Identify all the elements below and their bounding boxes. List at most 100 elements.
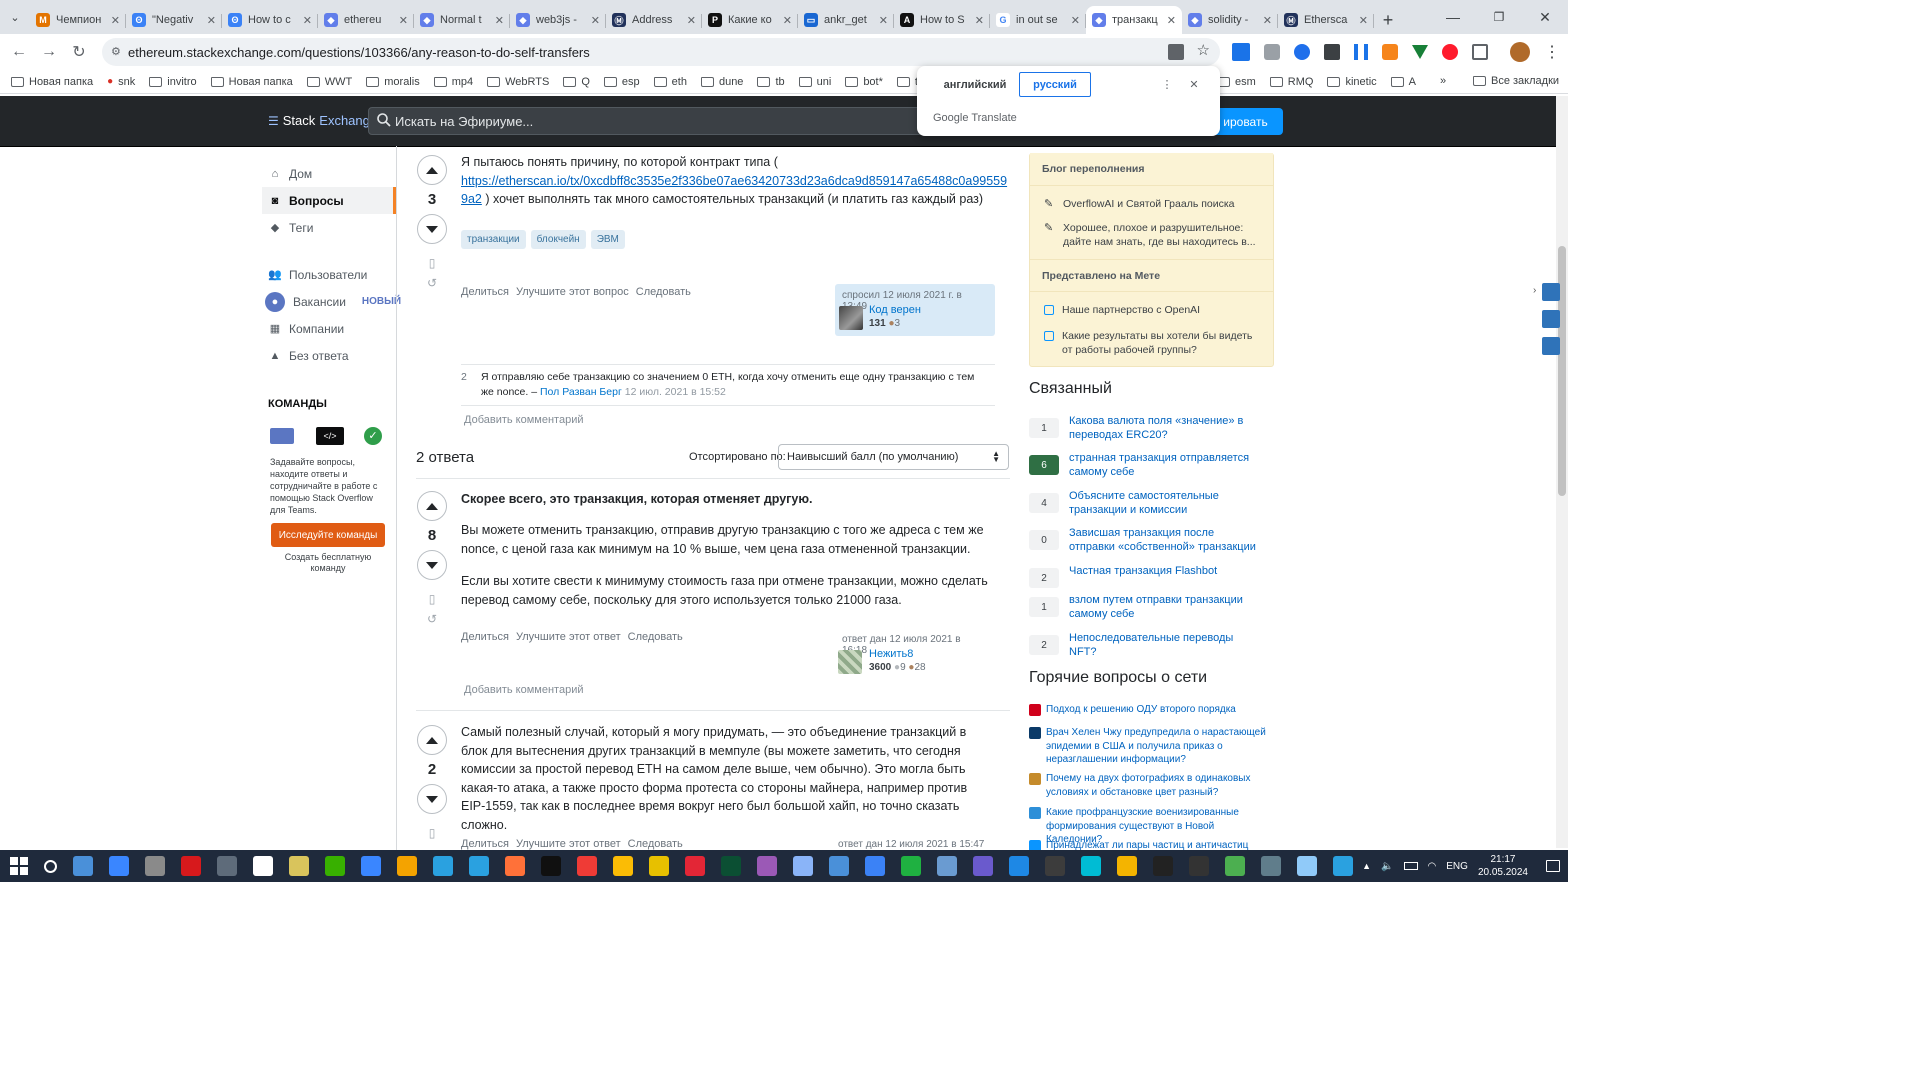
extensions-puzzle-icon[interactable]	[1472, 44, 1488, 60]
extension-camera-icon[interactable]	[1324, 44, 1340, 60]
nav-item-users[interactable]: 👥 Пользователи	[262, 261, 396, 288]
app-icon[interactable]	[757, 856, 777, 876]
tray-overflow-icon[interactable]: ▲	[1362, 861, 1371, 871]
side-panel-chat-icon[interactable]	[1542, 310, 1560, 328]
nav-item-companies[interactable]: ▦ Компании	[262, 315, 396, 342]
bookmark-item[interactable]: dune	[694, 76, 750, 88]
side-panel-chat-icon[interactable]	[1542, 337, 1560, 355]
close-window-button[interactable]: ✕	[1522, 9, 1568, 26]
post-menu-item[interactable]: Следовать	[636, 286, 691, 298]
stackexchange-logo[interactable]: ☰ Stack Exchange	[268, 113, 377, 128]
app-icon[interactable]	[325, 856, 345, 876]
bookmark-item[interactable]: uni	[792, 76, 839, 88]
browser-tab[interactable]: P Какие ко ✕	[702, 6, 798, 34]
post-menu-item[interactable]: Делиться	[461, 286, 509, 298]
bookmark-item[interactable]: mp4	[427, 76, 480, 88]
browser-menu-icon[interactable]: ⋮	[1544, 42, 1560, 62]
nav-item-jobs[interactable]: ● Вакансии НОВЫЙ	[262, 288, 401, 315]
downvote-button[interactable]	[417, 550, 447, 580]
related-link[interactable]: Какова валюта поля «значение» в перевода…	[1069, 414, 1259, 442]
app-icon[interactable]	[289, 856, 309, 876]
downvote-button[interactable]	[417, 784, 447, 814]
blog-item[interactable]: ✎ Хорошее, плохое и разрушительное: дайте…	[1044, 221, 1264, 249]
nav-item-question[interactable]: ◙ Вопросы	[262, 187, 396, 214]
extension-wallet-icon[interactable]	[1294, 44, 1310, 60]
related-link[interactable]: взлом путем отправки транзакции самому с…	[1069, 593, 1259, 621]
comment-user[interactable]: Пол Разван Берг	[540, 386, 622, 398]
battery-icon[interactable]	[1403, 862, 1418, 870]
app-icon[interactable]	[973, 856, 993, 876]
post-menu-item[interactable]: Делиться	[461, 838, 509, 850]
bookmark-item[interactable]: Q	[556, 76, 597, 88]
bookmark-item[interactable]: esp	[597, 76, 647, 88]
post-menu-item[interactable]: Улучшите этот вопрос	[516, 286, 629, 298]
tab-close-icon[interactable]: ✕	[975, 14, 984, 27]
app-icon[interactable]	[145, 856, 165, 876]
upvote-button[interactable]	[417, 725, 447, 755]
app-icon[interactable]	[1333, 856, 1353, 876]
tag[interactable]: ЭВМ	[590, 230, 625, 249]
tab-close-icon[interactable]: ✕	[111, 14, 120, 27]
meta-item[interactable]: Какие результаты вы хотели бы видеть от …	[1044, 329, 1264, 357]
browser-tab[interactable]: ʘ "Negativ ✕	[126, 6, 222, 34]
new-tab-button[interactable]: +	[1374, 6, 1402, 34]
browser-tab[interactable]: ◆ solidity - ✕	[1182, 6, 1278, 34]
extension-pause-icon[interactable]	[1354, 44, 1368, 60]
hot-question-link[interactable]: Подход к решению ОДУ второго порядка	[1046, 703, 1271, 717]
related-link[interactable]: Объясните самостоятельные транзакции и к…	[1069, 489, 1259, 517]
profile-avatar[interactable]	[1510, 42, 1530, 62]
network-icon[interactable]: ◠	[1428, 861, 1437, 872]
bookmark-item[interactable]: WebRTS	[480, 76, 556, 88]
browser-tab[interactable]: ʘ How to c ✕	[222, 6, 318, 34]
hot-question-item[interactable]: Подход к решению ОДУ второго порядка	[1029, 703, 1274, 717]
firefox-icon[interactable]	[505, 856, 525, 876]
app-icon[interactable]	[721, 856, 741, 876]
extension-calendar-icon[interactable]	[1232, 43, 1250, 61]
opera-icon[interactable]	[181, 856, 201, 876]
app-icon[interactable]	[1297, 856, 1317, 876]
clock[interactable]: 21:17 20.05.2024	[1478, 853, 1528, 879]
tag[interactable]: блокчейн	[530, 230, 586, 249]
restore-button[interactable]: ❐	[1476, 10, 1522, 24]
related-item[interactable]: 1 Какова валюта поля «значение» в перевод…	[1029, 414, 1274, 442]
related-link[interactable]: Частная транзакция Flashbot	[1069, 564, 1259, 588]
browser-tab[interactable]: ◆ ethereu ✕	[318, 6, 414, 34]
downvote-button[interactable]	[417, 214, 447, 244]
tab-close-icon[interactable]: ✕	[1263, 14, 1272, 27]
bookmark-icon[interactable]: ▯	[429, 826, 436, 840]
related-item[interactable]: 4 Объясните самостоятельные транзакции и …	[1029, 489, 1274, 517]
create-free-team-link[interactable]: Создать бесплатную команду	[270, 552, 386, 574]
related-item[interactable]: 6 странная транзакция отправляется самому…	[1029, 451, 1274, 479]
bookmark-item[interactable]: moralis	[359, 76, 426, 88]
tab-close-icon[interactable]: ✕	[399, 14, 408, 27]
site-info-icon[interactable]: ⚙	[111, 45, 121, 58]
app-icon[interactable]	[1081, 856, 1101, 876]
history-icon[interactable]: ↺	[427, 612, 437, 626]
explore-teams-button[interactable]: Исследуйте команды	[271, 523, 385, 547]
post-menu-item[interactable]: Улучшите этот ответ	[516, 838, 621, 850]
browser-tab[interactable]: Gin out se ✕	[990, 6, 1086, 34]
browser-tab[interactable]: M Чемпион ✕	[30, 6, 126, 34]
app-icon[interactable]	[397, 856, 417, 876]
telegram-icon[interactable]	[361, 856, 381, 876]
forward-button[interactable]: →	[34, 37, 64, 67]
related-item[interactable]: 0 Зависшая транзакция после отправки «соб…	[1029, 526, 1274, 554]
related-link[interactable]: Зависшая транзакция после отправки «собс…	[1069, 526, 1259, 554]
tab-close-icon[interactable]: ✕	[783, 14, 792, 27]
app-icon[interactable]	[1261, 856, 1281, 876]
app-icon[interactable]	[937, 856, 957, 876]
app-icon[interactable]	[1117, 856, 1137, 876]
app-icon[interactable]	[793, 856, 813, 876]
page-scrollbar[interactable]	[1556, 96, 1568, 848]
windows-start-icon[interactable]	[10, 857, 28, 875]
telegram-icon[interactable]	[433, 856, 453, 876]
app-icon[interactable]	[829, 856, 849, 876]
hot-question-item[interactable]: Врач Хелен Чжу предупредила о нарастающе…	[1029, 726, 1274, 767]
tab-close-icon[interactable]: ✕	[879, 14, 888, 27]
bookmark-item[interactable]: Новая папка	[4, 76, 100, 88]
bookmark-item[interactable]: invitro	[142, 76, 203, 88]
hot-question-item[interactable]: Принадлежат ли пары частиц и античастиц	[1029, 839, 1274, 850]
tab-close-icon[interactable]: ✕	[1359, 14, 1368, 27]
post-menu-item[interactable]: Делиться	[461, 631, 509, 643]
hot-question-item[interactable]: Почему на двух фотографиях в одинаковых …	[1029, 772, 1274, 799]
